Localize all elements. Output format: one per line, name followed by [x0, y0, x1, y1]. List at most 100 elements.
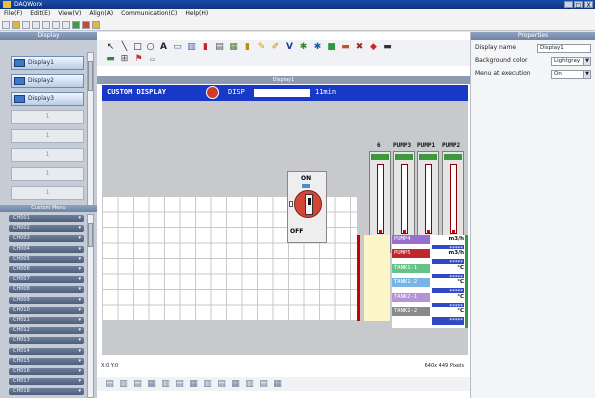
menu-align[interactable]: Align(A) — [87, 9, 119, 19]
chevron-down-icon[interactable]: ▾ — [78, 378, 81, 385]
chevron-down-icon[interactable]: ▾ — [78, 317, 81, 324]
switch-icon[interactable]: ◆ — [369, 43, 378, 52]
chevron-down-icon[interactable]: ▾ — [78, 246, 81, 253]
channel-list-item[interactable]: CH004 ▾ — [9, 245, 84, 253]
empty-display-slot[interactable]: 1 — [11, 167, 84, 181]
save-icon[interactable] — [22, 21, 30, 29]
empty-display-slot[interactable]: 1 — [11, 186, 84, 200]
align-right-icon[interactable]: ▤ — [133, 380, 142, 389]
close-button[interactable]: X — [584, 1, 593, 9]
chevron-down-icon[interactable]: ▾ — [78, 348, 81, 355]
alarm-icon[interactable]: ▮ — [243, 43, 252, 52]
chevron-down-icon[interactable]: ▾ — [78, 337, 81, 344]
channel-list-item[interactable]: CH015 ▾ — [9, 357, 84, 365]
grid-toggle-icon[interactable]: ▬ — [106, 55, 115, 64]
lamp-icon[interactable]: ■ — [327, 43, 336, 52]
chevron-down-icon[interactable]: ▾ — [78, 225, 81, 232]
scrollbar-thumb[interactable] — [88, 61, 93, 91]
channel-list-item[interactable]: CH008 ▾ — [9, 286, 84, 294]
channel-list-item[interactable]: CH013 ▾ — [9, 337, 84, 345]
trend-icon[interactable]: ▤ — [215, 43, 224, 52]
copy-icon[interactable] — [42, 21, 50, 29]
chevron-down-icon[interactable]: ▾ — [78, 358, 81, 365]
align-bottom-icon[interactable]: ▤ — [175, 380, 184, 389]
send-back-icon[interactable]: ▦ — [231, 380, 240, 389]
display-item-1[interactable]: Display1 — [11, 56, 84, 70]
channel-list-item[interactable]: CH003 ▾ — [9, 235, 84, 243]
channel-list-item[interactable]: CH012 ▾ — [9, 327, 84, 335]
channel-list-item[interactable]: CH016 ▾ — [9, 368, 84, 375]
chevron-down-icon[interactable]: ▾ — [78, 368, 81, 375]
channel-list-item[interactable]: CH011 ▾ — [9, 317, 84, 324]
menu-execution-select[interactable]: On ▼ — [551, 70, 591, 79]
new-file-icon[interactable] — [2, 21, 10, 29]
display-item-2[interactable]: Display2 — [11, 74, 84, 88]
pump-icon[interactable]: ✱ — [313, 43, 322, 52]
pencil-icon[interactable]: ✎ — [257, 43, 266, 52]
flag-icon[interactable]: ⚑ — [134, 55, 143, 64]
cut-icon[interactable] — [32, 21, 40, 29]
channel-list-item[interactable]: CH014 ▾ — [9, 347, 84, 355]
channel-list-item[interactable]: CH017 ▾ — [9, 378, 84, 386]
chevron-down-icon[interactable]: ▾ — [78, 276, 81, 283]
channel-list-item[interactable]: CH001 ▾ — [9, 215, 84, 222]
menu-communication[interactable]: Communication(C) — [119, 9, 183, 19]
align-center-icon[interactable]: ▥ — [119, 380, 128, 389]
channel-list-item[interactable]: CH006 ▾ — [9, 266, 84, 273]
ellipse-icon[interactable]: ○ — [146, 43, 155, 52]
bar-graph-icon[interactable]: ▥ — [187, 43, 196, 52]
menu-file[interactable]: File(F) — [2, 9, 28, 19]
select-pointer-icon[interactable]: ↖ — [106, 43, 115, 52]
valve-icon[interactable]: V — [285, 43, 294, 52]
settings-icon[interactable] — [92, 21, 100, 29]
chevron-down-icon[interactable]: ▼ — [583, 71, 590, 78]
menu-help[interactable]: Help(H) — [183, 9, 214, 19]
brush-icon[interactable]: ✐ — [271, 43, 280, 52]
align-top-icon[interactable]: ▦ — [147, 380, 156, 389]
channel-list-item[interactable]: CH005 ▾ — [9, 255, 84, 263]
empty-display-slot[interactable]: 1 — [11, 110, 84, 124]
maximize-button[interactable]: □ — [574, 1, 583, 9]
scrollbar-thumb[interactable] — [88, 223, 93, 247]
menu-view[interactable]: View(V) — [56, 9, 87, 19]
menu-edit[interactable]: Edit(E) — [28, 9, 56, 19]
meter-icon[interactable]: ▮ — [201, 43, 210, 52]
group-icon[interactable]: ▥ — [245, 380, 254, 389]
knob-handle[interactable] — [305, 194, 313, 215]
bitmap-icon[interactable]: ▭ — [148, 55, 157, 64]
stop-icon[interactable] — [82, 21, 90, 29]
channel-list-item[interactable]: CH018 ▾ — [9, 388, 84, 396]
paste-icon[interactable] — [52, 21, 60, 29]
bring-front-icon[interactable]: ▤ — [217, 380, 226, 389]
chevron-down-icon[interactable]: ▾ — [78, 235, 81, 242]
empty-display-slot[interactable]: 1 — [11, 129, 84, 143]
chevron-down-icon[interactable]: ▾ — [78, 297, 81, 304]
fan-icon[interactable]: ✖ — [355, 43, 364, 52]
empty-display-slot[interactable]: 1 — [11, 148, 84, 162]
align-middle-icon[interactable]: ▥ — [161, 380, 170, 389]
chevron-down-icon[interactable]: ▾ — [78, 327, 81, 334]
digital-value-display[interactable]: TANK2-2 °C ***** — [392, 307, 468, 328]
table-icon[interactable]: ⊞ — [120, 55, 129, 64]
sheet-tab[interactable]: Display1 — [97, 76, 470, 84]
chart-icon[interactable]: ▦ — [229, 43, 238, 52]
rectangle-icon[interactable]: □ — [133, 43, 142, 52]
ungroup-icon[interactable]: ▤ — [259, 380, 268, 389]
line-icon[interactable]: ╲ — [120, 43, 129, 52]
chevron-down-icon[interactable]: ▾ — [78, 215, 81, 222]
digital-value-icon[interactable]: ▭ — [173, 43, 182, 52]
distribute-icon[interactable]: ▦ — [273, 380, 282, 389]
display-list-scrollbar[interactable] — [87, 52, 94, 208]
text-icon[interactable]: A — [159, 43, 168, 52]
same-height-icon[interactable]: ▥ — [203, 380, 212, 389]
chevron-down-icon[interactable]: ▾ — [78, 266, 81, 273]
channel-list-item[interactable]: CH002 ▾ — [9, 225, 84, 233]
chevron-down-icon[interactable]: ▼ — [583, 58, 590, 65]
chevron-down-icon[interactable]: ▾ — [78, 307, 81, 314]
background-color-select[interactable]: Lightgray ▼ — [551, 57, 591, 66]
run-icon[interactable] — [72, 21, 80, 29]
chevron-down-icon[interactable]: ▾ — [78, 286, 81, 293]
channel-list-scrollbar[interactable] — [87, 214, 94, 398]
delete-icon[interactable] — [62, 21, 70, 29]
display-item-3[interactable]: Display3 — [11, 92, 84, 106]
